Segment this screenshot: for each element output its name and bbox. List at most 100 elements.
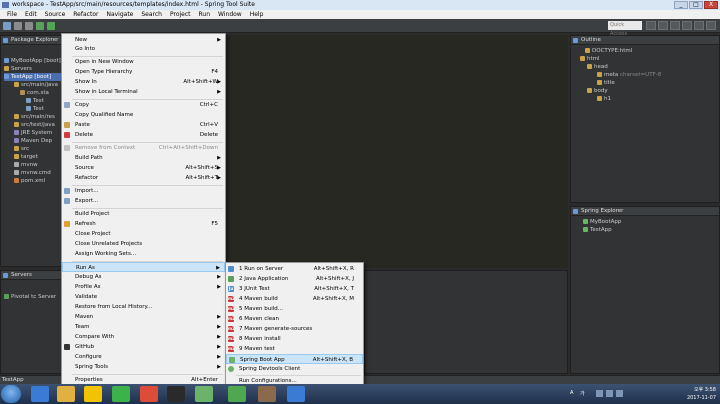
flag-icon[interactable]	[616, 390, 623, 397]
menu-item-open-type-hierarchy[interactable]: Open Type Hierarchy F4	[62, 67, 225, 77]
cmd-icon[interactable]	[167, 386, 185, 402]
perspective-java-icon[interactable]	[646, 21, 656, 30]
menu-item-team[interactable]: Team ▶	[62, 322, 225, 332]
tree-item-java-file[interactable]: Test	[4, 105, 61, 113]
perspective-open-icon[interactable]	[694, 21, 704, 30]
chrome-icon[interactable]	[140, 386, 158, 402]
outline-item[interactable]: DOCTYPE:html	[575, 47, 661, 55]
menu-file[interactable]: File	[3, 10, 21, 19]
run-maven-generate-sources-item[interactable]: m2 7 Maven generate-sources	[226, 324, 363, 334]
menu-item-close-project[interactable]: Close Project	[62, 229, 225, 239]
app-icon[interactable]	[258, 386, 276, 402]
menu-item-copy-qualified-name[interactable]: Copy Qualified Name	[62, 110, 225, 120]
menu-item-open-new-window[interactable]: Open in New Window	[62, 57, 225, 67]
outline-item[interactable]: body	[575, 87, 661, 95]
menu-item-maven[interactable]: Maven ▶	[62, 312, 225, 322]
ime-indicator[interactable]: A	[570, 390, 577, 397]
menu-item-assign-working-sets[interactable]: Assign Working Sets...	[62, 249, 225, 259]
run-maven-test-item[interactable]: m2 9 Maven test	[226, 344, 363, 354]
menu-item-debug-as[interactable]: Debug As ▶	[62, 272, 225, 282]
outline-item[interactable]: h1	[575, 95, 661, 103]
sts-workspace-icon[interactable]	[228, 386, 246, 402]
run-maven-build-dots-item[interactable]: m2 5 Maven build...	[226, 304, 363, 314]
app-icon[interactable]	[287, 386, 305, 402]
spring-item-mybootapp[interactable]: MyBootApp	[575, 218, 621, 226]
tree-item-target[interactable]: target	[4, 153, 61, 161]
menu-run[interactable]: Run	[195, 10, 215, 19]
ie-icon[interactable]	[31, 386, 49, 402]
outline-item[interactable]: html	[575, 55, 661, 63]
tree-item-mvnw-cmd[interactable]: mvnw.cmd	[4, 169, 61, 177]
menu-item-build-path[interactable]: Build Path ▶	[62, 153, 225, 163]
tree-item-src-main-java[interactable]: src/main/java	[4, 81, 61, 89]
minimize-button[interactable]: _	[674, 1, 688, 9]
editor-area[interactable]	[227, 35, 568, 268]
run-junit-item[interactable]: Ju 3 JUnit Test Alt+Shift+X, T	[226, 284, 363, 294]
run-maven-build-item[interactable]: m2 4 Maven build Alt+Shift+X, M	[226, 294, 363, 304]
menu-item-paste[interactable]: Paste Ctrl+V	[62, 120, 225, 130]
tree-item-servers[interactable]: Servers	[4, 65, 61, 73]
quick-access-input[interactable]: Quick Access	[608, 21, 642, 37]
close-button[interactable]: X	[704, 1, 718, 9]
perspective-spring-icon[interactable]	[658, 21, 668, 30]
maximize-button[interactable]: □	[689, 1, 703, 9]
tree-item-java-file[interactable]: Test	[4, 97, 61, 105]
menu-item-import[interactable]: Import...	[62, 186, 225, 196]
print-icon[interactable]	[25, 22, 33, 30]
tree-item-pom[interactable]: pom.xml	[4, 177, 61, 185]
server-item[interactable]: Pivotal tc Server	[4, 293, 56, 301]
outline-item[interactable]: title	[575, 79, 661, 87]
run-maven-clean-item[interactable]: m2 6 Maven clean	[226, 314, 363, 324]
menu-item-validate[interactable]: Validate	[62, 292, 225, 302]
menu-project[interactable]: Project	[166, 10, 195, 19]
menu-edit[interactable]: Edit	[21, 10, 41, 19]
menu-search[interactable]: Search	[137, 10, 166, 19]
perspective-extra-icon[interactable]	[706, 21, 716, 30]
run-maven-install-item[interactable]: m2 8 Maven install	[226, 334, 363, 344]
run-spring-boot-app-item[interactable]: Spring Boot App Alt+Shift+X, B	[226, 354, 363, 364]
menu-item-refactor[interactable]: Refactor Alt+Shift+T ▶	[62, 173, 225, 183]
explorer-icon[interactable]	[57, 386, 75, 402]
tree-item-src-main-res[interactable]: src/main/res	[4, 113, 61, 121]
menu-item-restore-history[interactable]: Restore from Local History...	[62, 302, 225, 312]
run-spring-devtools-item[interactable]: Spring Devtools Client	[226, 364, 363, 374]
tree-item-maven-deps[interactable]: Maven Dep	[4, 137, 61, 145]
menu-item-show-in[interactable]: Show In Alt+Shift+W ▶	[62, 77, 225, 87]
menu-item-export[interactable]: Export...	[62, 196, 225, 206]
menu-item-run-as[interactable]: Run As ▶	[62, 262, 225, 272]
menu-item-go-into[interactable]: Go Into	[62, 44, 225, 54]
kakaotalk-icon[interactable]	[84, 386, 102, 402]
menu-item-delete[interactable]: Delete Delete	[62, 130, 225, 140]
menu-item-show-local-terminal[interactable]: Show in Local Terminal ▶	[62, 87, 225, 97]
tree-item-jre[interactable]: JRE System	[4, 129, 61, 137]
menu-item-spring-tools[interactable]: Spring Tools ▶	[62, 362, 225, 372]
menu-source[interactable]: Source	[41, 10, 70, 19]
menu-item-github[interactable]: GitHub ▶	[62, 342, 225, 352]
menu-item-close-unrelated[interactable]: Close Unrelated Projects	[62, 239, 225, 249]
sts-icon[interactable]	[195, 386, 213, 402]
menu-item-profile-as[interactable]: Profile As ▶	[62, 282, 225, 292]
menu-item-compare-with[interactable]: Compare With ▶	[62, 332, 225, 342]
run-on-server-item[interactable]: 1 Run on Server Alt+Shift+X, R	[226, 264, 363, 274]
menu-help[interactable]: Help	[246, 10, 268, 19]
outline-item[interactable]: head	[575, 63, 661, 71]
tree-item-src[interactable]: src	[4, 145, 61, 153]
tree-item-package[interactable]: com.sta	[4, 89, 61, 97]
menu-window[interactable]: Window	[214, 10, 246, 19]
ime-hangul-indicator[interactable]: 가	[580, 390, 587, 397]
menu-navigate[interactable]: Navigate	[102, 10, 137, 19]
perspective-git-icon[interactable]	[682, 21, 692, 30]
line-icon[interactable]	[112, 386, 130, 402]
run-java-application-item[interactable]: 2 Java Application Alt+Shift+X, J	[226, 274, 363, 284]
spring-item-testapp[interactable]: TestApp	[575, 226, 621, 234]
tree-item-mybootapp[interactable]: MyBootApp [boot]	[4, 57, 61, 65]
tree-item-mvnw[interactable]: mvnw	[4, 161, 61, 169]
run-icon[interactable]	[47, 22, 55, 30]
start-button[interactable]	[1, 385, 21, 403]
tree-item-src-test-java[interactable]: src/test/java	[4, 121, 61, 129]
menu-item-build-project[interactable]: Build Project	[62, 209, 225, 219]
volume-icon[interactable]	[606, 390, 613, 397]
new-icon[interactable]	[3, 22, 11, 30]
menu-item-refresh[interactable]: Refresh F5	[62, 219, 225, 229]
perspective-debug-icon[interactable]	[670, 21, 680, 30]
